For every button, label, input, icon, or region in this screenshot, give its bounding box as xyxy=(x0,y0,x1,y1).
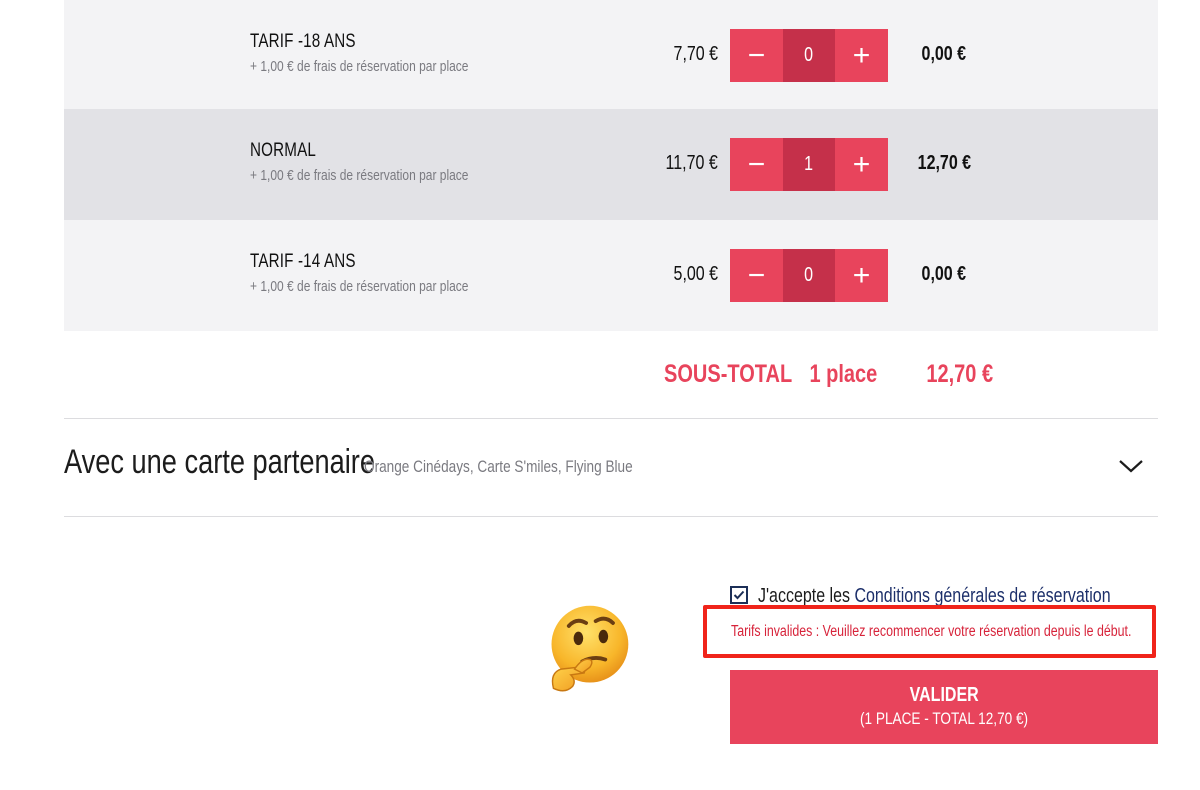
error-box: Tarifs invalides : Veuillez recommencer … xyxy=(703,605,1156,658)
rate-price: 5,00 € xyxy=(673,263,719,285)
subtotal-label: SOUS-TOTAL xyxy=(664,360,793,388)
rate-fee: + 1,00 € de frais de réservation par pla… xyxy=(250,278,469,295)
rate-fee: + 1,00 € de frais de réservation par pla… xyxy=(250,58,469,75)
decrement-button[interactable]: − xyxy=(730,249,783,302)
subtotal-places: 1 place xyxy=(809,360,877,388)
terms-checkbox[interactable] xyxy=(730,586,748,604)
quantity-stepper: − 1 + xyxy=(730,138,888,191)
subtotal-amount: 12,70 € xyxy=(926,360,994,388)
rate-total: 12,70 € xyxy=(917,152,971,174)
divider xyxy=(64,418,1158,419)
checkmark-icon xyxy=(733,590,745,600)
quantity-value: 0 xyxy=(783,249,835,302)
validate-button[interactable]: VALIDER (1 PLACE - TOTAL 12,70 €) xyxy=(730,670,1158,744)
error-message: Tarifs invalides : Veuillez recommencer … xyxy=(731,623,1132,640)
rate-name: TARIF -18 ANS xyxy=(250,31,356,52)
quantity-stepper: − 0 + xyxy=(730,249,888,302)
rate-fee: + 1,00 € de frais de réservation par pla… xyxy=(250,167,469,184)
quantity-stepper: − 0 + xyxy=(730,29,888,82)
rate-total: 0,00 € xyxy=(921,43,967,65)
terms-link[interactable]: Conditions générales de réservation xyxy=(854,585,1110,607)
increment-button[interactable]: + xyxy=(835,138,888,191)
decrement-button[interactable]: − xyxy=(730,138,783,191)
thinking-face-icon xyxy=(551,605,629,692)
chevron-down-icon[interactable] xyxy=(1118,456,1144,476)
rate-row-under-18: TARIF -18 ANS + 1,00 € de frais de réser… xyxy=(64,0,1158,111)
validate-label: VALIDER xyxy=(909,684,979,706)
partner-card-subtitle: Orange Cinédays, Carte S'miles, Flying B… xyxy=(364,457,633,476)
rate-name: NORMAL xyxy=(250,140,316,161)
rate-price: 11,70 € xyxy=(665,152,718,174)
increment-button[interactable]: + xyxy=(835,249,888,302)
rate-row-normal: NORMAL + 1,00 € de frais de réservation … xyxy=(64,109,1158,220)
rate-price: 7,70 € xyxy=(673,43,719,65)
rate-row-under-14: TARIF -14 ANS + 1,00 € de frais de réser… xyxy=(64,220,1158,331)
quantity-value: 1 xyxy=(783,138,835,191)
validate-summary: (1 PLACE - TOTAL 12,70 €) xyxy=(859,709,1029,728)
terms-prefix: J'accepte les xyxy=(758,585,850,607)
divider xyxy=(64,516,1158,517)
rate-total: 0,00 € xyxy=(921,263,967,285)
increment-button[interactable]: + xyxy=(835,29,888,82)
rate-name: TARIF -14 ANS xyxy=(250,251,356,272)
decrement-button[interactable]: − xyxy=(730,29,783,82)
quantity-value: 0 xyxy=(783,29,835,82)
